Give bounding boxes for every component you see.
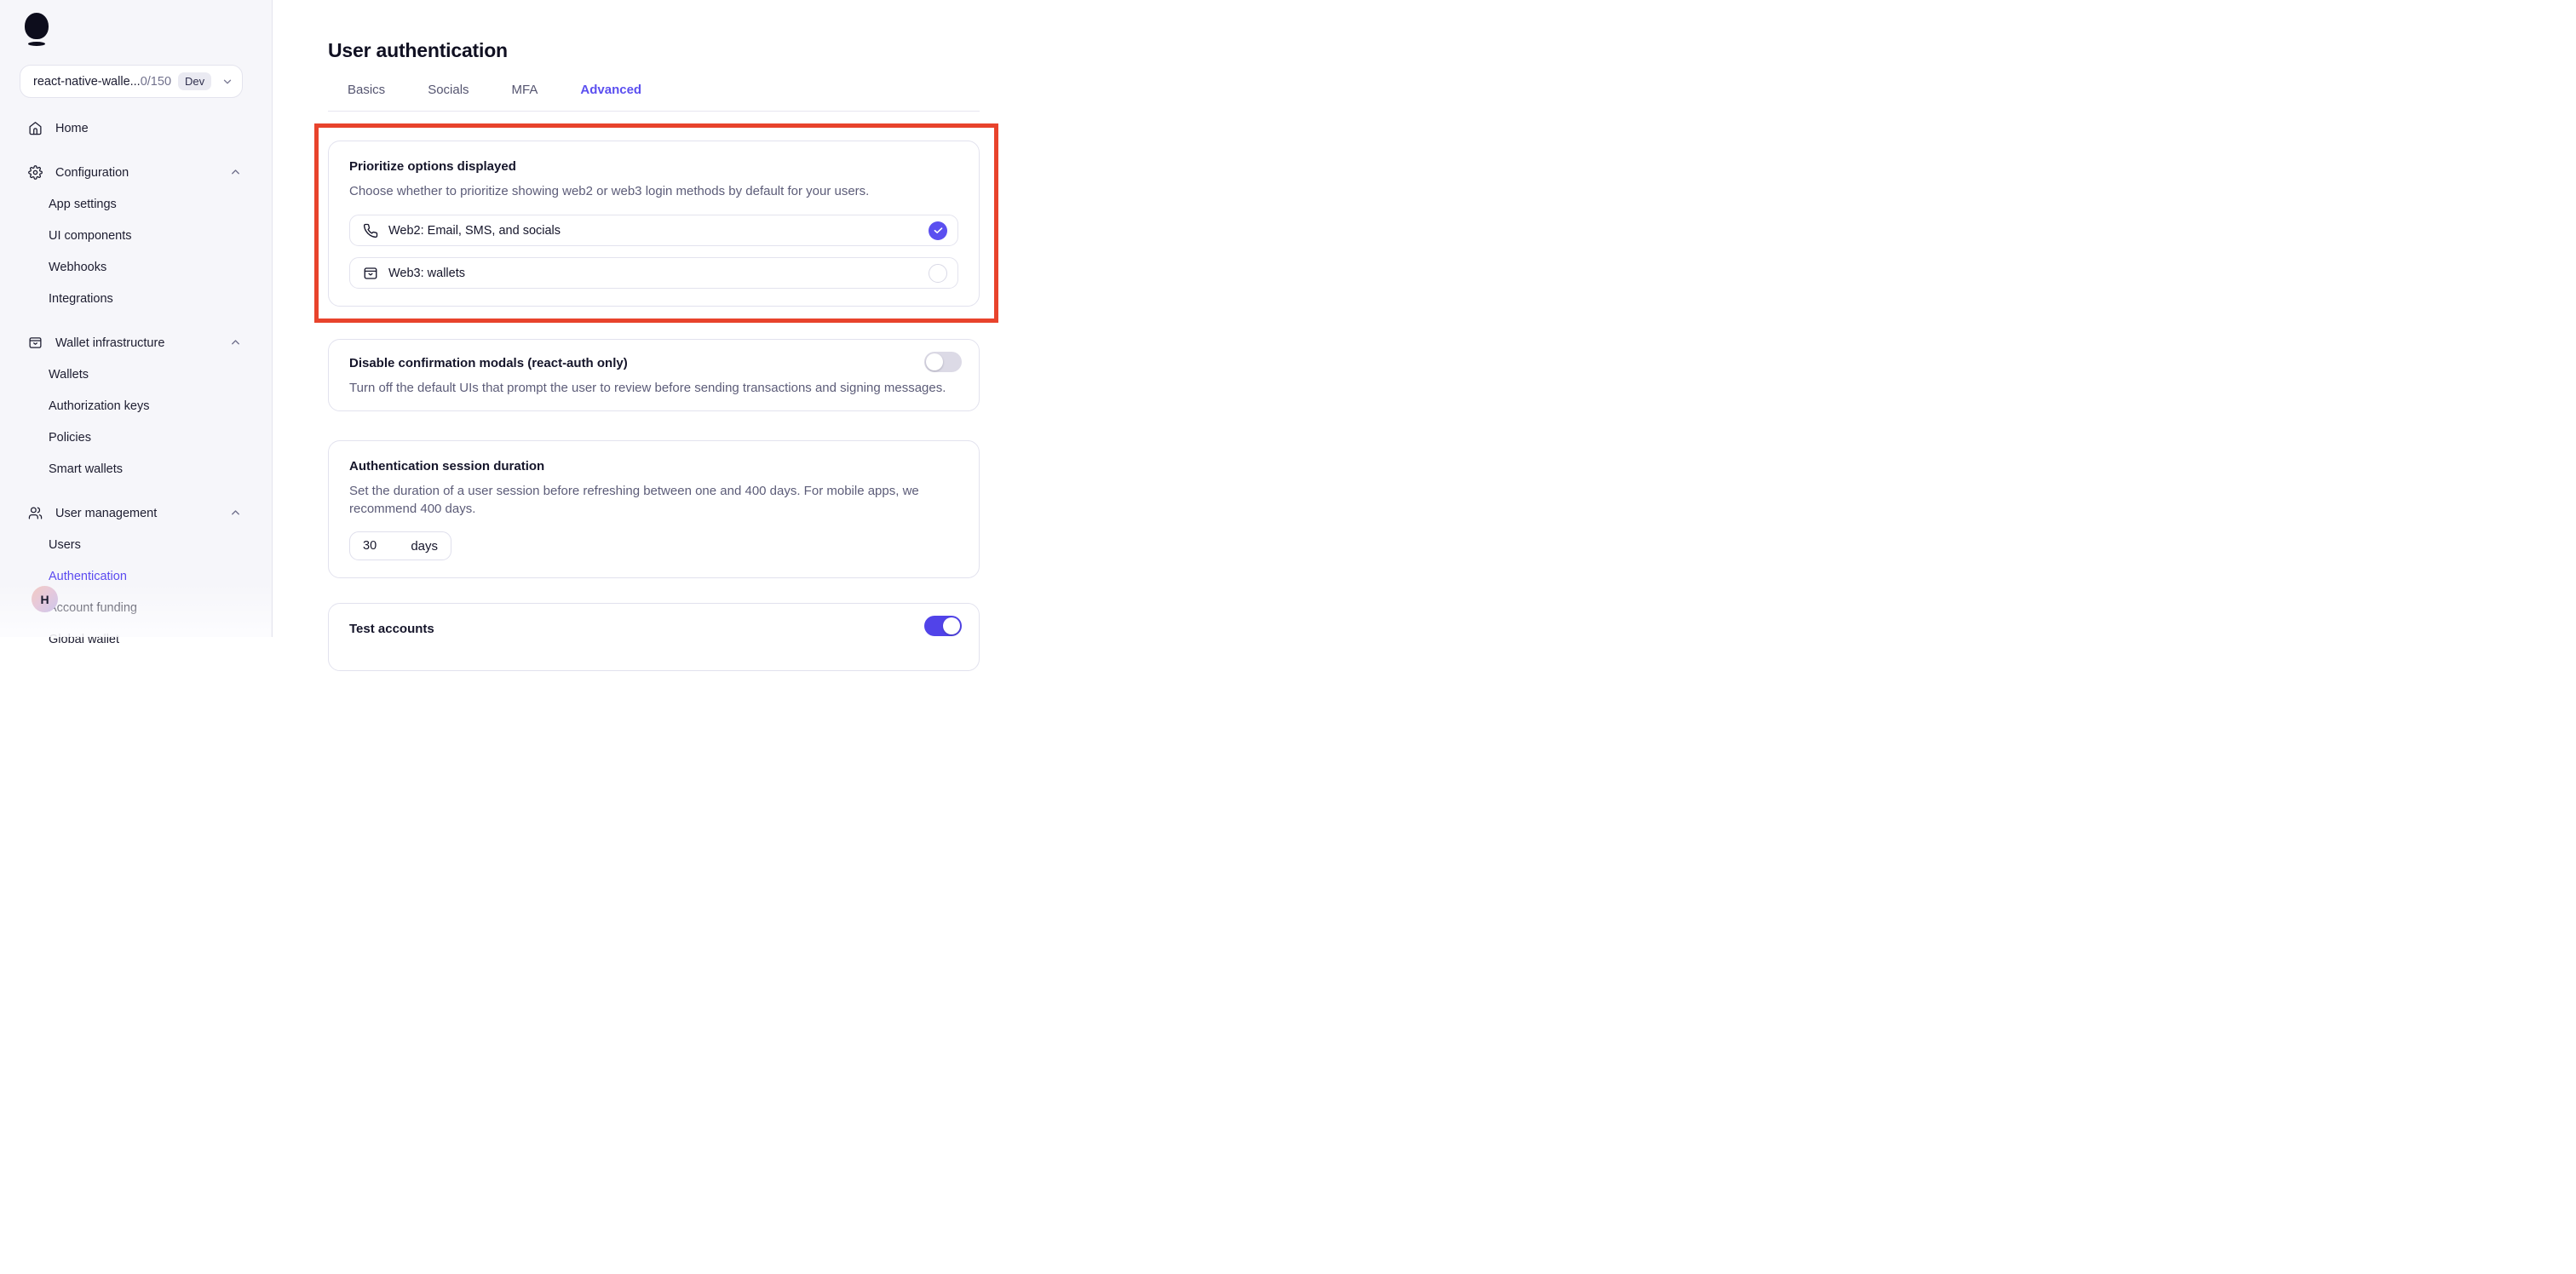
test-accounts-toggle[interactable] — [924, 616, 962, 636]
sidebar-item-smart-wallets[interactable]: Smart wallets — [0, 453, 272, 485]
main-content: User authentication Basics Socials MFA A… — [273, 0, 1288, 637]
env-badge: Dev — [178, 72, 211, 90]
tab-socials[interactable]: Socials — [428, 83, 469, 111]
project-user-count: 0/150 — [141, 75, 171, 89]
confirmation-modals-card: Disable confirmation modals (react-auth … — [328, 339, 980, 411]
sidebar-item-webhooks[interactable]: Webhooks — [0, 251, 272, 283]
red-highlight-annotation: Prioritize options displayed Choose whet… — [314, 123, 998, 323]
sidebar-nav: Home Configuration App settings UI compo… — [0, 112, 272, 655]
project-selector[interactable]: react-native-walle... 0/150 Dev — [20, 65, 243, 98]
radio-unselected-icon[interactable] — [929, 264, 947, 283]
sidebar-item-label: Webhooks — [49, 261, 106, 274]
duration-unit: days — [411, 539, 438, 554]
session-duration-card: Authentication session duration Set the … — [328, 440, 980, 578]
radio-selected-icon[interactable] — [929, 221, 947, 240]
chevron-up-icon — [229, 336, 242, 349]
sidebar-item-label: Authorization keys — [49, 399, 149, 413]
card-title: Disable confirmation modals (react-auth … — [349, 355, 958, 372]
sidebar-section-wallet-infrastructure[interactable]: Wallet infrastructure — [0, 327, 272, 359]
session-duration-input[interactable]: 30 days — [349, 531, 451, 560]
tab-basics[interactable]: Basics — [348, 83, 385, 111]
card-description: Choose whether to prioritize showing web… — [349, 182, 958, 200]
option-label: Web2: Email, SMS, and socials — [388, 224, 929, 238]
sidebar-item-users[interactable]: Users — [0, 529, 272, 560]
users-icon — [28, 506, 43, 520]
sidebar-item-ui-components[interactable]: UI components — [0, 220, 272, 251]
sidebar-item-policies[interactable]: Policies — [0, 422, 272, 453]
sidebar-item-authorization-keys[interactable]: Authorization keys — [0, 390, 272, 422]
page-title: User authentication — [328, 39, 980, 62]
tab-mfa[interactable]: MFA — [512, 83, 538, 111]
option-label: Web3: wallets — [388, 267, 929, 280]
avatar[interactable]: H — [32, 586, 58, 612]
gear-icon — [28, 165, 43, 180]
sidebar: react-native-walle... 0/150 Dev Home Con… — [0, 0, 273, 637]
chevron-up-icon — [229, 507, 242, 519]
wallet-icon — [363, 266, 378, 281]
duration-value[interactable]: 30 — [363, 539, 411, 553]
sidebar-item-global-wallet[interactable]: Global wallet — [0, 623, 272, 655]
sidebar-item-label: Authentication — [49, 570, 127, 583]
sidebar-section-label: User management — [55, 507, 229, 520]
sidebar-item-label: Users — [49, 538, 81, 552]
option-web2[interactable]: Web2: Email, SMS, and socials — [349, 215, 958, 246]
option-web3[interactable]: Web3: wallets — [349, 257, 958, 289]
sidebar-item-label: UI components — [49, 229, 132, 243]
sidebar-item-label: Integrations — [49, 292, 113, 306]
sidebar-item-label: Policies — [49, 431, 91, 445]
sidebar-item-wallets[interactable]: Wallets — [0, 359, 272, 390]
card-title: Prioritize options displayed — [349, 158, 958, 175]
tab-bar: Basics Socials MFA Advanced — [328, 83, 980, 112]
test-accounts-card: Test accounts — [328, 603, 980, 671]
project-name: react-native-walle... — [33, 75, 141, 89]
chevron-down-icon — [221, 76, 233, 88]
sidebar-section-user-management[interactable]: User management — [0, 497, 272, 529]
sidebar-section-label: Wallet infrastructure — [55, 336, 229, 350]
card-title: Authentication session duration — [349, 458, 958, 475]
sidebar-item-home[interactable]: Home — [0, 112, 272, 144]
sidebar-item-label: Smart wallets — [49, 462, 123, 476]
sidebar-item-integrations[interactable]: Integrations — [0, 283, 272, 314]
sidebar-item-label: Home — [55, 122, 242, 135]
home-icon — [28, 121, 43, 135]
sidebar-item-label: Global wallet — [49, 633, 119, 646]
wallet-icon — [28, 336, 43, 350]
priority-options: Web2: Email, SMS, and socials Web3: wall… — [349, 215, 958, 289]
sidebar-item-label: Account funding — [49, 601, 137, 615]
card-description: Set the duration of a user session befor… — [349, 482, 958, 518]
phone-icon — [363, 223, 378, 238]
tab-advanced[interactable]: Advanced — [580, 83, 641, 111]
card-description: Turn off the default UIs that prompt the… — [349, 379, 958, 397]
prioritize-options-card: Prioritize options displayed Choose whet… — [328, 141, 980, 307]
toggle-knob — [926, 353, 943, 370]
sidebar-section-configuration[interactable]: Configuration — [0, 157, 272, 188]
toggle-knob — [943, 617, 960, 634]
card-title: Test accounts — [349, 621, 958, 638]
sidebar-section-label: Configuration — [55, 166, 229, 180]
sidebar-item-label: App settings — [49, 198, 117, 211]
chevron-up-icon — [229, 166, 242, 179]
sidebar-item-label: Wallets — [49, 368, 89, 382]
confirmation-modals-toggle[interactable] — [924, 352, 962, 372]
privy-logo — [25, 13, 54, 50]
sidebar-item-app-settings[interactable]: App settings — [0, 188, 272, 220]
